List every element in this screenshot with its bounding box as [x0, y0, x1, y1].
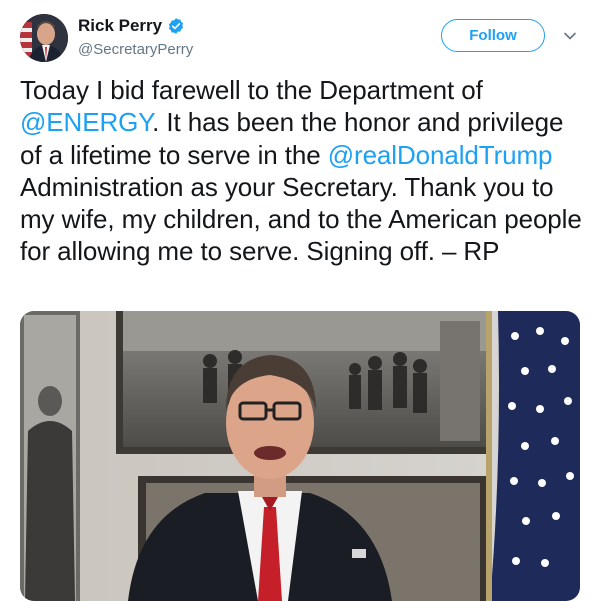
follow-button[interactable]: Follow: [441, 19, 545, 52]
verified-badge-icon: [167, 17, 185, 35]
mention-link-energy[interactable]: @ENERGY: [20, 107, 152, 137]
display-name[interactable]: Rick Perry: [78, 16, 162, 36]
tweet-text-segment: Today I bid farewell to the Department o…: [20, 75, 483, 105]
tweet-card: Rick Perry @SecretaryPerry Follow Today …: [0, 0, 604, 601]
name-row: Rick Perry: [78, 16, 185, 36]
user-handle[interactable]: @SecretaryPerry: [78, 41, 193, 58]
avatar[interactable]: [20, 14, 68, 62]
tweet-text: Today I bid farewell to the Department o…: [20, 74, 586, 268]
chevron-down-icon[interactable]: [563, 29, 577, 43]
mention-link-realdonaldtrump[interactable]: @realDonaldTrump: [328, 140, 553, 170]
tweet-text-segment: Administration as your Secretary. Thank …: [20, 171, 582, 267]
video-thumbnail[interactable]: [20, 311, 580, 601]
